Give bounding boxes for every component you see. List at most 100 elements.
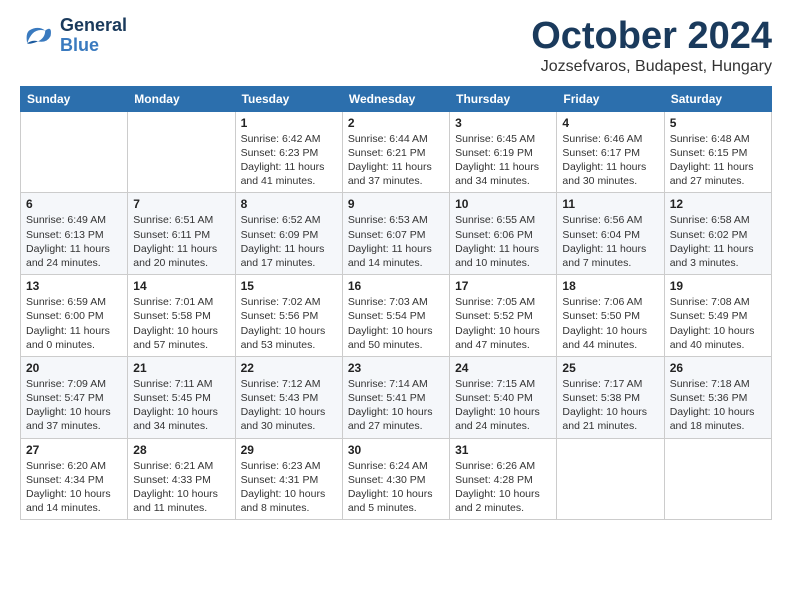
day-number: 26 bbox=[670, 361, 766, 375]
col-wednesday: Wednesday bbox=[342, 86, 449, 111]
calendar-cell: 1 Sunrise: 6:42 AMSunset: 6:23 PMDayligh… bbox=[235, 111, 342, 193]
day-number: 21 bbox=[133, 361, 229, 375]
day-number: 18 bbox=[562, 279, 658, 293]
calendar-cell: 31 Sunrise: 6:26 AMSunset: 4:28 PMDaylig… bbox=[450, 438, 557, 520]
calendar-cell: 21 Sunrise: 7:11 AMSunset: 5:45 PMDaylig… bbox=[128, 356, 235, 438]
calendar-cell: 29 Sunrise: 6:23 AMSunset: 4:31 PMDaylig… bbox=[235, 438, 342, 520]
calendar-cell: 9 Sunrise: 6:53 AMSunset: 6:07 PMDayligh… bbox=[342, 193, 449, 275]
day-info: Sunrise: 7:08 AMSunset: 5:49 PMDaylight:… bbox=[670, 295, 766, 352]
calendar-cell: 3 Sunrise: 6:45 AMSunset: 6:19 PMDayligh… bbox=[450, 111, 557, 193]
day-number: 2 bbox=[348, 116, 444, 130]
calendar-cell bbox=[557, 438, 664, 520]
day-number: 8 bbox=[241, 197, 337, 211]
day-number: 15 bbox=[241, 279, 337, 293]
day-info: Sunrise: 6:26 AMSunset: 4:28 PMDaylight:… bbox=[455, 459, 551, 516]
day-number: 17 bbox=[455, 279, 551, 293]
calendar-cell: 8 Sunrise: 6:52 AMSunset: 6:09 PMDayligh… bbox=[235, 193, 342, 275]
calendar-cell: 28 Sunrise: 6:21 AMSunset: 4:33 PMDaylig… bbox=[128, 438, 235, 520]
day-info: Sunrise: 7:17 AMSunset: 5:38 PMDaylight:… bbox=[562, 377, 658, 434]
col-sunday: Sunday bbox=[21, 86, 128, 111]
calendar-cell: 20 Sunrise: 7:09 AMSunset: 5:47 PMDaylig… bbox=[21, 356, 128, 438]
day-number: 24 bbox=[455, 361, 551, 375]
day-number: 6 bbox=[26, 197, 122, 211]
day-number: 29 bbox=[241, 443, 337, 457]
day-info: Sunrise: 6:24 AMSunset: 4:30 PMDaylight:… bbox=[348, 459, 444, 516]
day-number: 30 bbox=[348, 443, 444, 457]
day-number: 10 bbox=[455, 197, 551, 211]
calendar-header-row: Sunday Monday Tuesday Wednesday Thursday… bbox=[21, 86, 772, 111]
calendar-cell: 24 Sunrise: 7:15 AMSunset: 5:40 PMDaylig… bbox=[450, 356, 557, 438]
calendar-cell bbox=[664, 438, 771, 520]
day-number: 3 bbox=[455, 116, 551, 130]
day-info: Sunrise: 6:46 AMSunset: 6:17 PMDaylight:… bbox=[562, 132, 658, 189]
day-info: Sunrise: 6:48 AMSunset: 6:15 PMDaylight:… bbox=[670, 132, 766, 189]
calendar-cell: 18 Sunrise: 7:06 AMSunset: 5:50 PMDaylig… bbox=[557, 275, 664, 357]
calendar-cell: 26 Sunrise: 7:18 AMSunset: 5:36 PMDaylig… bbox=[664, 356, 771, 438]
calendar-week-row: 1 Sunrise: 6:42 AMSunset: 6:23 PMDayligh… bbox=[21, 111, 772, 193]
day-info: Sunrise: 7:15 AMSunset: 5:40 PMDaylight:… bbox=[455, 377, 551, 434]
day-number: 7 bbox=[133, 197, 229, 211]
calendar-table: Sunday Monday Tuesday Wednesday Thursday… bbox=[20, 86, 772, 520]
calendar-cell: 30 Sunrise: 6:24 AMSunset: 4:30 PMDaylig… bbox=[342, 438, 449, 520]
day-info: Sunrise: 6:59 AMSunset: 6:00 PMDaylight:… bbox=[26, 295, 122, 352]
calendar-cell: 15 Sunrise: 7:02 AMSunset: 5:56 PMDaylig… bbox=[235, 275, 342, 357]
calendar-cell: 27 Sunrise: 6:20 AMSunset: 4:34 PMDaylig… bbox=[21, 438, 128, 520]
calendar-week-row: 20 Sunrise: 7:09 AMSunset: 5:47 PMDaylig… bbox=[21, 356, 772, 438]
calendar-cell bbox=[21, 111, 128, 193]
calendar-cell: 19 Sunrise: 7:08 AMSunset: 5:49 PMDaylig… bbox=[664, 275, 771, 357]
calendar-cell: 14 Sunrise: 7:01 AMSunset: 5:58 PMDaylig… bbox=[128, 275, 235, 357]
day-info: Sunrise: 7:09 AMSunset: 5:47 PMDaylight:… bbox=[26, 377, 122, 434]
location-label: Jozsefvaros, Budapest, Hungary bbox=[531, 58, 772, 76]
day-number: 28 bbox=[133, 443, 229, 457]
day-number: 19 bbox=[670, 279, 766, 293]
day-number: 25 bbox=[562, 361, 658, 375]
day-number: 11 bbox=[562, 197, 658, 211]
col-saturday: Saturday bbox=[664, 86, 771, 111]
day-number: 16 bbox=[348, 279, 444, 293]
day-info: Sunrise: 7:06 AMSunset: 5:50 PMDaylight:… bbox=[562, 295, 658, 352]
title-section: October 2024 Jozsefvaros, Budapest, Hung… bbox=[531, 16, 772, 76]
day-info: Sunrise: 6:44 AMSunset: 6:21 PMDaylight:… bbox=[348, 132, 444, 189]
day-info: Sunrise: 6:51 AMSunset: 6:11 PMDaylight:… bbox=[133, 213, 229, 270]
day-info: Sunrise: 7:02 AMSunset: 5:56 PMDaylight:… bbox=[241, 295, 337, 352]
day-info: Sunrise: 7:14 AMSunset: 5:41 PMDaylight:… bbox=[348, 377, 444, 434]
calendar-cell: 22 Sunrise: 7:12 AMSunset: 5:43 PMDaylig… bbox=[235, 356, 342, 438]
day-info: Sunrise: 6:49 AMSunset: 6:13 PMDaylight:… bbox=[26, 213, 122, 270]
day-number: 5 bbox=[670, 116, 766, 130]
calendar-week-row: 6 Sunrise: 6:49 AMSunset: 6:13 PMDayligh… bbox=[21, 193, 772, 275]
day-info: Sunrise: 6:45 AMSunset: 6:19 PMDaylight:… bbox=[455, 132, 551, 189]
calendar-cell: 4 Sunrise: 6:46 AMSunset: 6:17 PMDayligh… bbox=[557, 111, 664, 193]
day-number: 31 bbox=[455, 443, 551, 457]
day-number: 1 bbox=[241, 116, 337, 130]
day-info: Sunrise: 6:55 AMSunset: 6:06 PMDaylight:… bbox=[455, 213, 551, 270]
calendar-cell: 5 Sunrise: 6:48 AMSunset: 6:15 PMDayligh… bbox=[664, 111, 771, 193]
day-info: Sunrise: 6:53 AMSunset: 6:07 PMDaylight:… bbox=[348, 213, 444, 270]
day-number: 4 bbox=[562, 116, 658, 130]
logo-name: General Blue bbox=[60, 16, 127, 56]
calendar-cell: 25 Sunrise: 7:17 AMSunset: 5:38 PMDaylig… bbox=[557, 356, 664, 438]
day-info: Sunrise: 7:18 AMSunset: 5:36 PMDaylight:… bbox=[670, 377, 766, 434]
day-info: Sunrise: 7:03 AMSunset: 5:54 PMDaylight:… bbox=[348, 295, 444, 352]
col-thursday: Thursday bbox=[450, 86, 557, 111]
col-monday: Monday bbox=[128, 86, 235, 111]
day-number: 14 bbox=[133, 279, 229, 293]
calendar-cell: 17 Sunrise: 7:05 AMSunset: 5:52 PMDaylig… bbox=[450, 275, 557, 357]
month-title: October 2024 bbox=[531, 16, 772, 58]
logo-icon bbox=[20, 18, 56, 54]
day-info: Sunrise: 7:01 AMSunset: 5:58 PMDaylight:… bbox=[133, 295, 229, 352]
calendar-week-row: 27 Sunrise: 6:20 AMSunset: 4:34 PMDaylig… bbox=[21, 438, 772, 520]
day-number: 27 bbox=[26, 443, 122, 457]
logo: General Blue bbox=[20, 16, 127, 56]
col-friday: Friday bbox=[557, 86, 664, 111]
day-number: 12 bbox=[670, 197, 766, 211]
calendar-page: General Blue October 2024 Jozsefvaros, B… bbox=[0, 0, 792, 612]
day-number: 13 bbox=[26, 279, 122, 293]
day-info: Sunrise: 6:56 AMSunset: 6:04 PMDaylight:… bbox=[562, 213, 658, 270]
calendar-cell: 7 Sunrise: 6:51 AMSunset: 6:11 PMDayligh… bbox=[128, 193, 235, 275]
page-header: General Blue October 2024 Jozsefvaros, B… bbox=[20, 16, 772, 76]
calendar-cell: 16 Sunrise: 7:03 AMSunset: 5:54 PMDaylig… bbox=[342, 275, 449, 357]
calendar-cell: 12 Sunrise: 6:58 AMSunset: 6:02 PMDaylig… bbox=[664, 193, 771, 275]
calendar-week-row: 13 Sunrise: 6:59 AMSunset: 6:00 PMDaylig… bbox=[21, 275, 772, 357]
day-number: 20 bbox=[26, 361, 122, 375]
day-number: 23 bbox=[348, 361, 444, 375]
